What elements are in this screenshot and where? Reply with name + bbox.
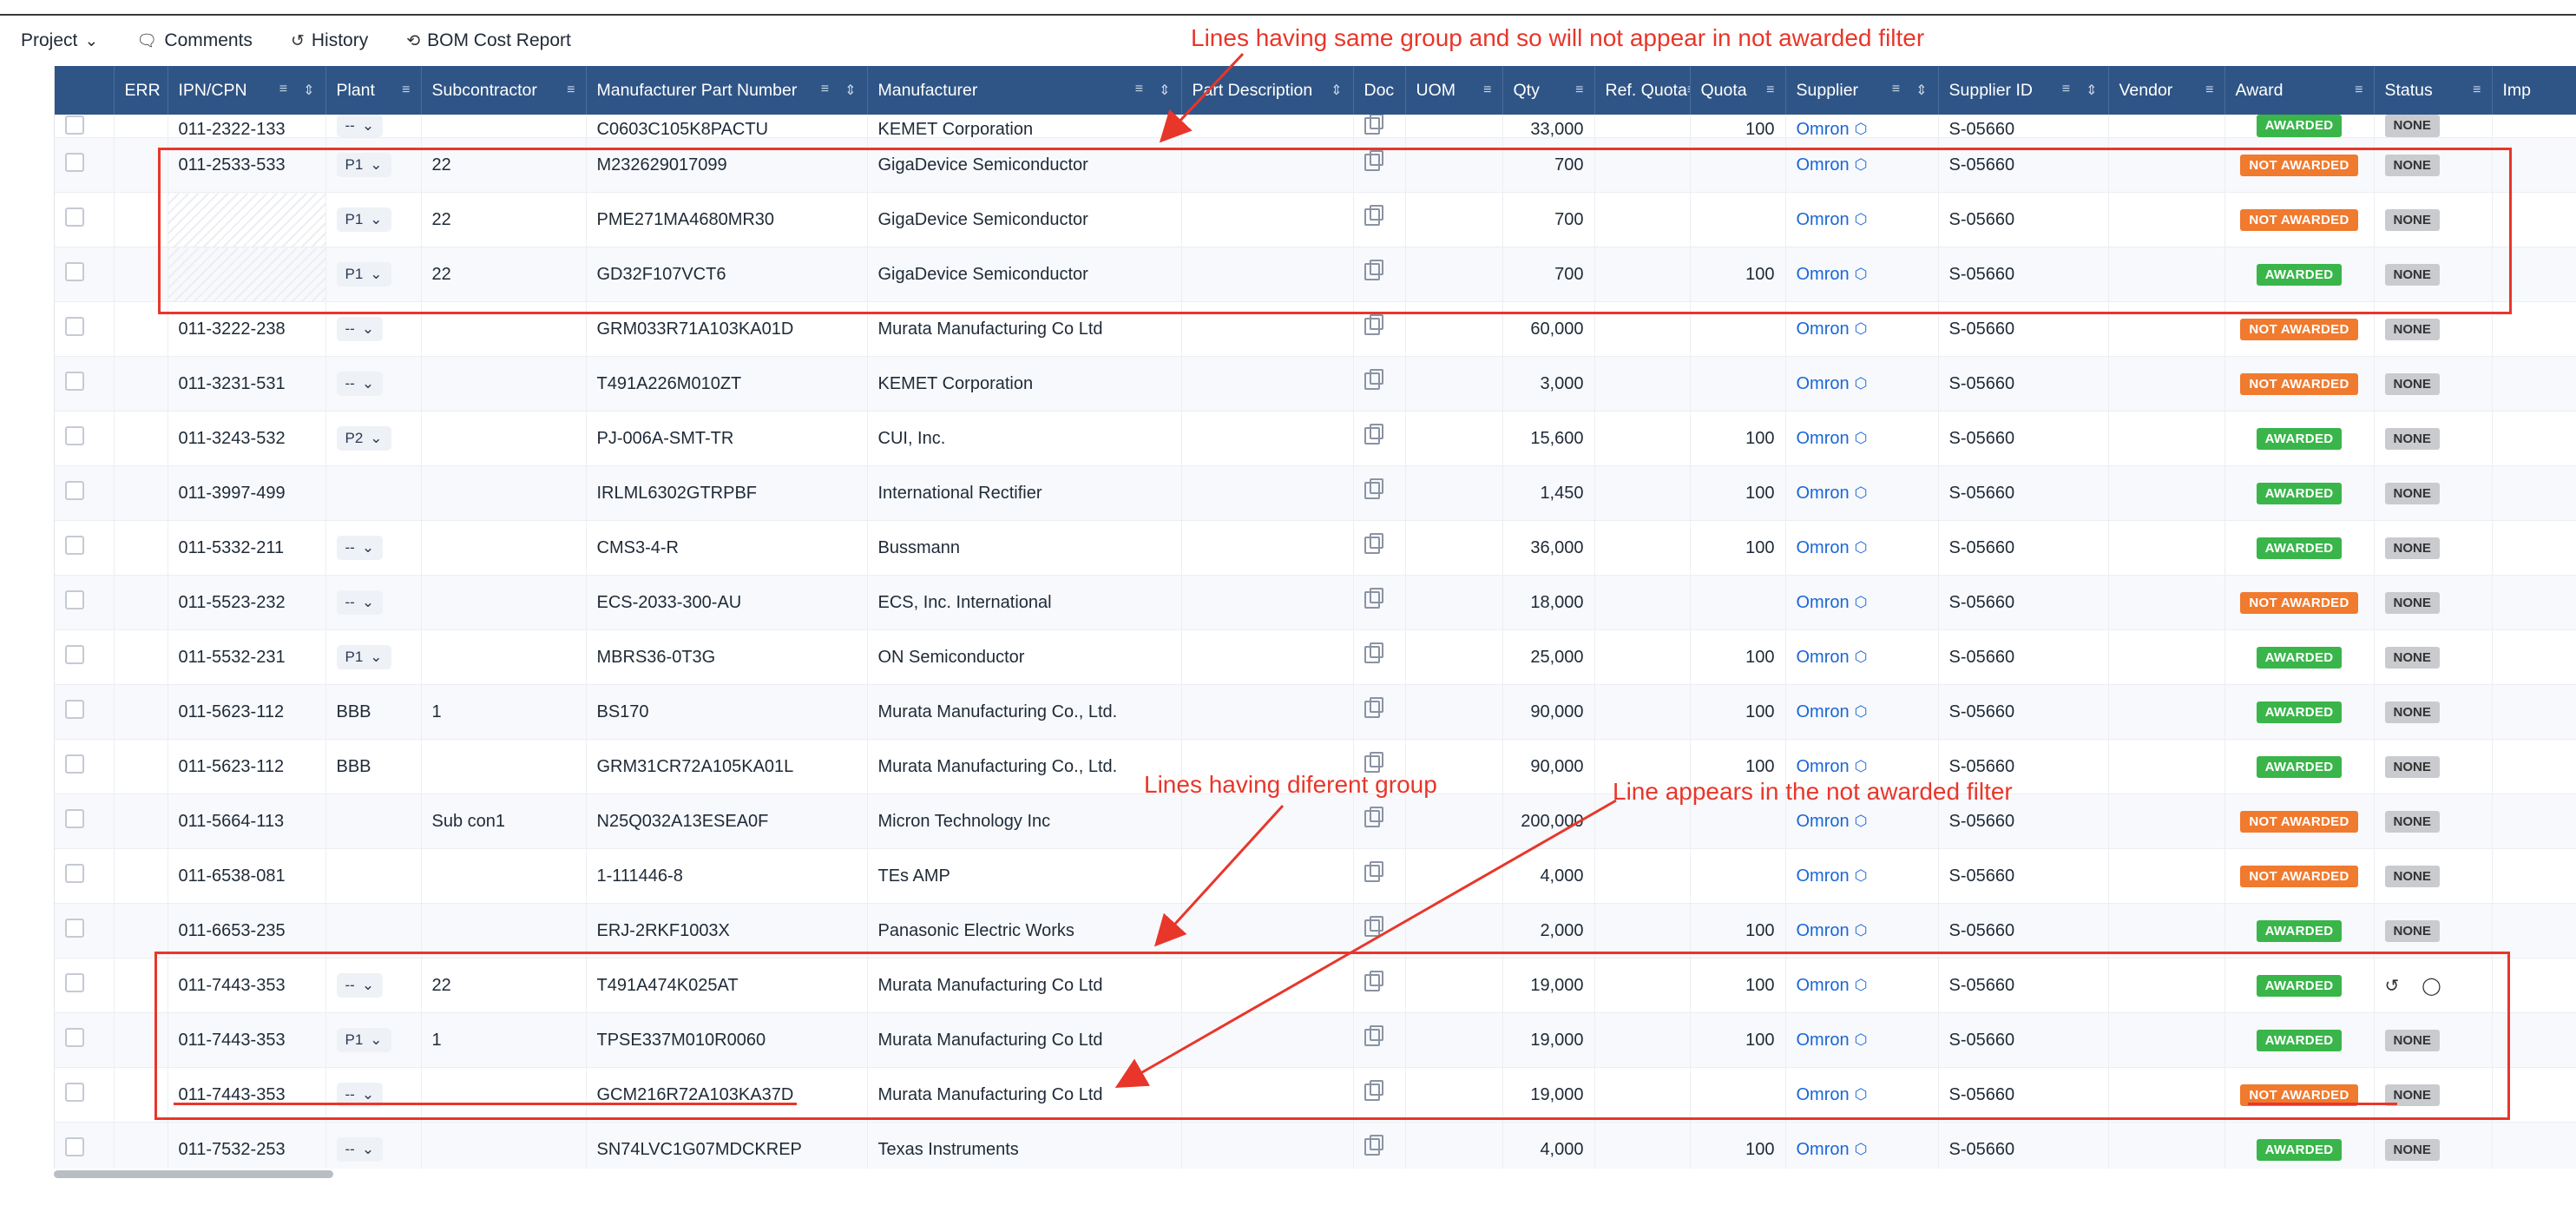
annotation-arrows: [1114, 52, 1617, 1088]
arrow-appears-filter: [1114, 799, 1617, 1088]
arrow-same-group: [1159, 52, 1245, 143]
arrow-different-group: [1153, 804, 1285, 947]
